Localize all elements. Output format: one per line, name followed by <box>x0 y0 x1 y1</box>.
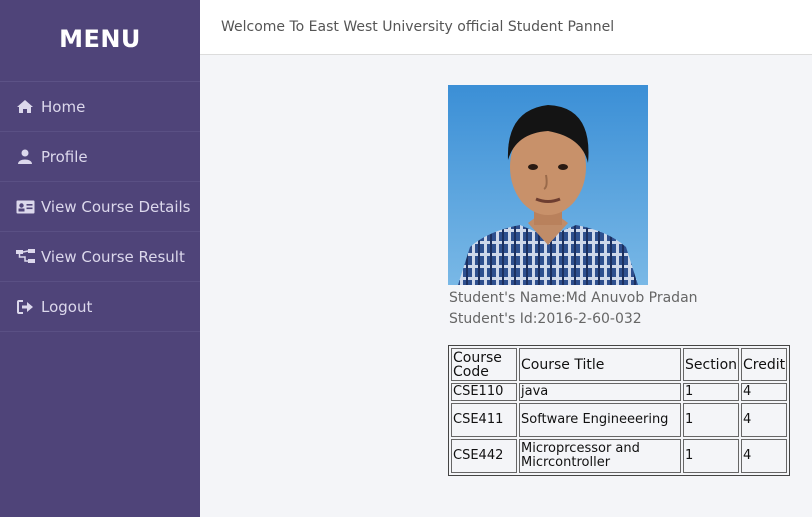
menu-title: MENU <box>0 0 200 82</box>
student-name: Student's Name:Md Anuvob Pradan <box>449 290 698 306</box>
sidebar-item-view-course-result[interactable]: View Course Result <box>0 232 200 282</box>
credit-cell: 4 <box>741 439 788 473</box>
student-photo <box>448 85 648 285</box>
sidebar-item-label: Profile <box>41 147 88 166</box>
table-row: CSE442 Microprcessor and Micrcontroller … <box>451 439 788 473</box>
top-bar: Welcome To East West University official… <box>200 0 812 55</box>
sign-out-icon <box>15 299 35 315</box>
credit-cell: 4 <box>741 383 788 401</box>
course-table: Course Code Course Title Section Credit … <box>448 345 791 476</box>
sitemap-icon <box>15 249 35 265</box>
col-credit: Credit <box>741 348 788 381</box>
course-title-cell: Software Engineeering <box>519 403 681 437</box>
col-course-code: Course Code <box>451 348 517 381</box>
sidebar-item-view-course-details[interactable]: View Course Details <box>0 182 200 232</box>
sidebar-item-logout[interactable]: Logout <box>0 282 200 332</box>
credit-cell: 4 <box>741 403 788 437</box>
course-title-cell: Microprcessor and Micrcontroller <box>519 439 681 473</box>
sidebar-item-label: View Course Result <box>41 247 185 266</box>
table-header-row: Course Code Course Title Section Credit <box>451 348 788 381</box>
section-cell: 1 <box>683 403 740 437</box>
table-row: CSE411 Software Engineeering 1 4 <box>451 403 788 437</box>
sidebar-item-home[interactable]: Home <box>0 82 200 132</box>
welcome-text: Welcome To East West University official… <box>221 19 615 35</box>
sidebar-item-profile[interactable]: Profile <box>0 132 200 182</box>
section-cell: 1 <box>683 439 740 473</box>
course-code-cell: CSE411 <box>451 403 517 437</box>
course-title-cell: java <box>519 383 681 401</box>
student-id: Student's Id:2016-2-60-032 <box>449 311 642 327</box>
col-course-title: Course Title <box>519 348 681 381</box>
home-icon <box>15 99 35 115</box>
sidebar-item-label: Logout <box>41 297 93 316</box>
sidebar: MENU Home Profile View Course Details Vi… <box>0 0 200 517</box>
section-cell: 1 <box>683 383 740 401</box>
sidebar-item-label: Home <box>41 97 86 116</box>
col-section: Section <box>683 348 740 381</box>
course-code-cell: CSE442 <box>451 439 517 473</box>
table-row: CSE110 java 1 4 <box>451 383 788 401</box>
user-icon <box>15 149 35 165</box>
course-code-cell: CSE110 <box>451 383 517 401</box>
sidebar-item-label: View Course Details <box>41 197 191 216</box>
id-card-icon <box>15 199 35 215</box>
